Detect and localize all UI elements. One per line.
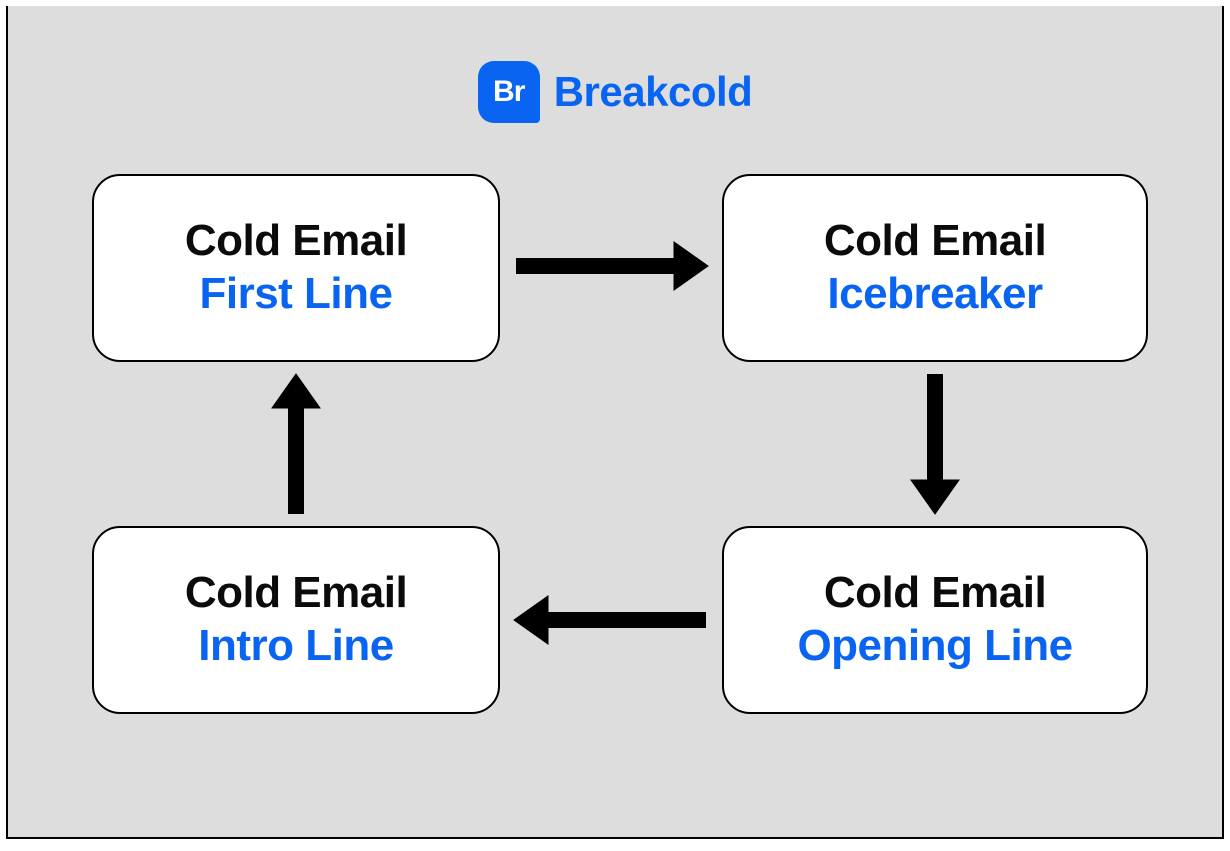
brand-mark-text: Br	[493, 75, 524, 109]
brand-mark-icon: Br	[478, 61, 540, 123]
diagram-canvas: Br Breakcold Cold Email First Line Cold …	[6, 6, 1224, 839]
node-intro-line: Cold Email Intro Line	[92, 526, 500, 714]
node-title: Cold Email	[185, 567, 407, 620]
node-subtitle: Intro Line	[198, 620, 393, 673]
node-subtitle: Icebreaker	[827, 268, 1042, 321]
node-opening-line: Cold Email Opening Line	[722, 526, 1148, 714]
node-subtitle: Opening Line	[797, 620, 1072, 673]
node-title: Cold Email	[824, 215, 1046, 268]
arrow-right-icon	[508, 236, 714, 296]
node-title: Cold Email	[824, 567, 1046, 620]
brand-name: Breakcold	[554, 68, 753, 116]
arrow-left-icon	[508, 590, 714, 650]
brand-logo: Br Breakcold	[8, 61, 1222, 123]
arrow-up-icon	[266, 368, 326, 520]
node-icebreaker: Cold Email Icebreaker	[722, 174, 1148, 362]
node-subtitle: First Line	[199, 268, 392, 321]
node-first-line: Cold Email First Line	[92, 174, 500, 362]
arrow-down-icon	[905, 368, 965, 520]
node-title: Cold Email	[185, 215, 407, 268]
